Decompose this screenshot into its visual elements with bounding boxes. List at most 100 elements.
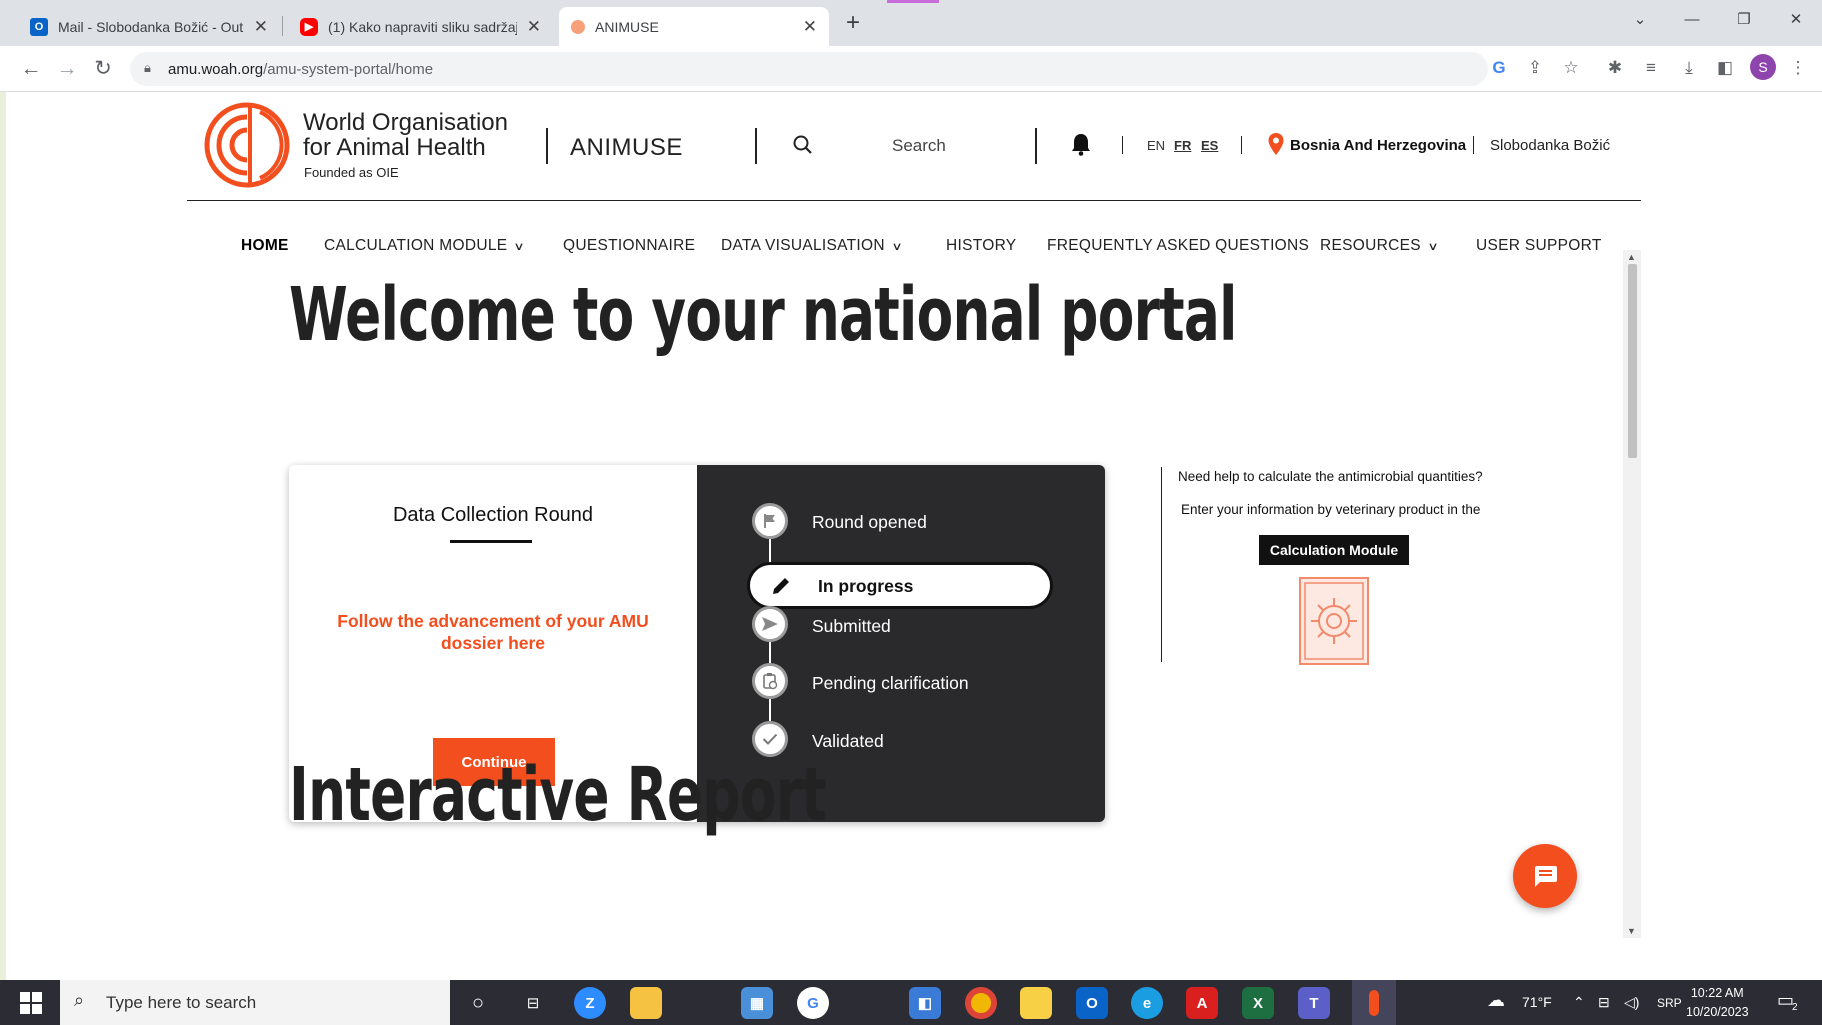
- system-clock[interactable]: 10:22 AM 10/20/2023: [1686, 984, 1749, 1022]
- bell-icon[interactable]: [1070, 132, 1092, 156]
- file-explorer-icon[interactable]: [630, 987, 662, 1019]
- share-icon[interactable]: ⇪: [1523, 58, 1547, 78]
- close-tab-icon[interactable]: ✕: [527, 17, 541, 37]
- tray-chevron-icon[interactable]: ⌃: [1573, 994, 1585, 1011]
- network-icon[interactable]: ⊟: [1598, 994, 1610, 1011]
- app-icon[interactable]: ◧: [909, 987, 941, 1019]
- data-collection-title: Data Collection Round: [392, 504, 594, 526]
- scrollbar-thumb[interactable]: [1628, 264, 1637, 458]
- close-tab-icon[interactable]: ✕: [254, 17, 268, 37]
- download-icon[interactable]: ⤓: [1677, 58, 1701, 78]
- tab-group-indicator: [887, 0, 939, 3]
- scroll-down-icon[interactable]: ▼: [1627, 926, 1636, 936]
- clipboard-clock-icon: [752, 663, 788, 699]
- country-label[interactable]: Bosnia And Herzegovina: [1290, 137, 1466, 154]
- header-divider: [755, 128, 757, 164]
- teams-icon[interactable]: T: [1298, 987, 1330, 1019]
- lang-fr[interactable]: FR: [1174, 138, 1191, 153]
- back-icon[interactable]: ←: [16, 54, 46, 84]
- microsoft-store-icon[interactable]: ▦: [741, 987, 773, 1019]
- header-rule: [187, 200, 1641, 201]
- windows-taskbar: ⌕ Type here to search ○ ⊟ Z ▦ G ◧ O e A …: [0, 980, 1822, 1025]
- weather-temp[interactable]: 71°F: [1522, 994, 1552, 1010]
- follow-dossier-link[interactable]: Follow the advancement of your AMU dossi…: [329, 610, 657, 654]
- reading-list-icon[interactable]: ≡: [1639, 58, 1663, 78]
- page-title: Welcome to your national portal: [289, 272, 1237, 358]
- close-window-icon[interactable]: ✕: [1770, 0, 1822, 40]
- nav-home[interactable]: HOME: [241, 237, 289, 255]
- reload-icon[interactable]: ↻: [88, 54, 118, 84]
- section-title-interactive-report: Interactive Report: [289, 752, 827, 838]
- header-divider: [1473, 136, 1474, 154]
- lang-en[interactable]: EN: [1147, 138, 1165, 153]
- taskbar-search[interactable]: ⌕ Type here to search: [60, 980, 450, 1025]
- forward-icon[interactable]: →: [52, 54, 82, 84]
- input-language[interactable]: SRP: [1657, 996, 1682, 1010]
- sticky-notes-icon[interactable]: [1020, 987, 1052, 1019]
- help-divider: [1161, 467, 1162, 662]
- scroll-up-icon[interactable]: ▲: [1627, 252, 1636, 262]
- search-icon[interactable]: [792, 134, 814, 156]
- search-input[interactable]: Search: [892, 136, 946, 156]
- nav-data-visualisation[interactable]: DATA VISUALISATION ∨: [721, 237, 902, 255]
- cortana-icon[interactable]: ○: [462, 987, 494, 1019]
- windows-start-icon[interactable]: [20, 992, 42, 1014]
- google-icon[interactable]: G: [797, 987, 829, 1019]
- search-icon: ⌕: [74, 990, 85, 1010]
- animuse-app-icon: [1369, 989, 1379, 1016]
- chat-button[interactable]: [1513, 844, 1577, 908]
- extensions-icon[interactable]: ✱: [1603, 58, 1627, 78]
- send-icon: [752, 606, 788, 642]
- restore-icon[interactable]: ❐: [1718, 0, 1770, 40]
- step-round-opened: Round opened: [812, 512, 927, 532]
- excel-icon[interactable]: X: [1242, 987, 1274, 1019]
- nav-faq[interactable]: FREQUENTLY ASKED QUESTIONS: [1047, 237, 1309, 255]
- nav-calculation-module[interactable]: CALCULATION MODULE ∨: [324, 237, 526, 255]
- zoom-icon[interactable]: Z: [574, 987, 606, 1019]
- chrome-icon[interactable]: [965, 987, 997, 1019]
- user-name[interactable]: Slobodanka Božić: [1490, 137, 1610, 154]
- task-view-icon[interactable]: ⊟: [517, 987, 549, 1019]
- weather-icon[interactable]: ☁: [1487, 990, 1505, 1011]
- nav-questionnaire[interactable]: QUESTIONNAIRE: [563, 237, 695, 255]
- nav-user-support[interactable]: USER SUPPORT: [1476, 237, 1602, 255]
- tab-separator: [282, 16, 283, 36]
- tab-outlook-mail[interactable]: O Mail - Slobodanka Božić - Outlo ✕: [18, 7, 280, 46]
- close-tab-icon[interactable]: ✕: [803, 17, 817, 37]
- google-lens-icon[interactable]: G: [1487, 58, 1511, 78]
- taskbar-active-app-icon[interactable]: [1352, 980, 1396, 1025]
- lock-icon[interactable]: 🔒︎: [144, 60, 151, 76]
- new-tab-button[interactable]: +: [846, 9, 860, 37]
- tab-search-icon[interactable]: ⌄: [1614, 0, 1666, 40]
- chevron-down-icon: ∨: [513, 241, 526, 253]
- calculator-gear-icon[interactable]: [1298, 576, 1370, 666]
- animuse-icon: [571, 19, 585, 34]
- volume-icon[interactable]: ◁): [1624, 994, 1639, 1011]
- tab-animuse[interactable]: ANIMUSE ✕: [559, 7, 829, 46]
- edge-icon[interactable]: e: [1131, 987, 1163, 1019]
- tab-youtube[interactable]: ▶ (1) Kako napraviti sliku sadržaja ✕: [288, 7, 553, 46]
- outlook-icon[interactable]: O: [1076, 987, 1108, 1019]
- window-controls: ⌄ — ❐ ✕: [1614, 0, 1822, 40]
- nav-resources[interactable]: RESOURCES ∨: [1320, 237, 1439, 255]
- woah-logo-icon[interactable]: [204, 102, 290, 188]
- acrobat-icon[interactable]: A: [1186, 987, 1218, 1019]
- step-pending-clarification: Pending clarification: [812, 673, 969, 693]
- nav-history[interactable]: HISTORY: [946, 237, 1016, 255]
- address-bar[interactable]: 🔒︎ amu.woah.org/amu-system-portal/home: [130, 52, 1488, 86]
- org-founded-text: Founded as OIE: [304, 165, 399, 180]
- bookmark-star-icon[interactable]: ☆: [1559, 58, 1583, 78]
- step-in-progress: In progress: [747, 562, 1053, 609]
- title-underline: [450, 540, 532, 543]
- profile-avatar[interactable]: S: [1750, 54, 1776, 80]
- lang-es[interactable]: ES: [1201, 138, 1218, 153]
- app-name[interactable]: ANIMUSE: [570, 134, 683, 162]
- menu-kebab-icon[interactable]: ⋮: [1786, 58, 1810, 78]
- calculation-module-button[interactable]: Calculation Module: [1259, 535, 1409, 565]
- url-text[interactable]: amu.woah.org/amu-system-portal/home: [168, 61, 433, 78]
- side-panel-icon[interactable]: ◧: [1713, 58, 1737, 78]
- chevron-down-icon: ∨: [1427, 241, 1439, 253]
- help-instructions: Enter your information by veterinary pro…: [1181, 502, 1481, 517]
- minimize-icon[interactable]: —: [1666, 0, 1718, 40]
- browser-toolbar: ← → ↻ 🔒︎ amu.woah.org/amu-system-portal/…: [0, 46, 1822, 92]
